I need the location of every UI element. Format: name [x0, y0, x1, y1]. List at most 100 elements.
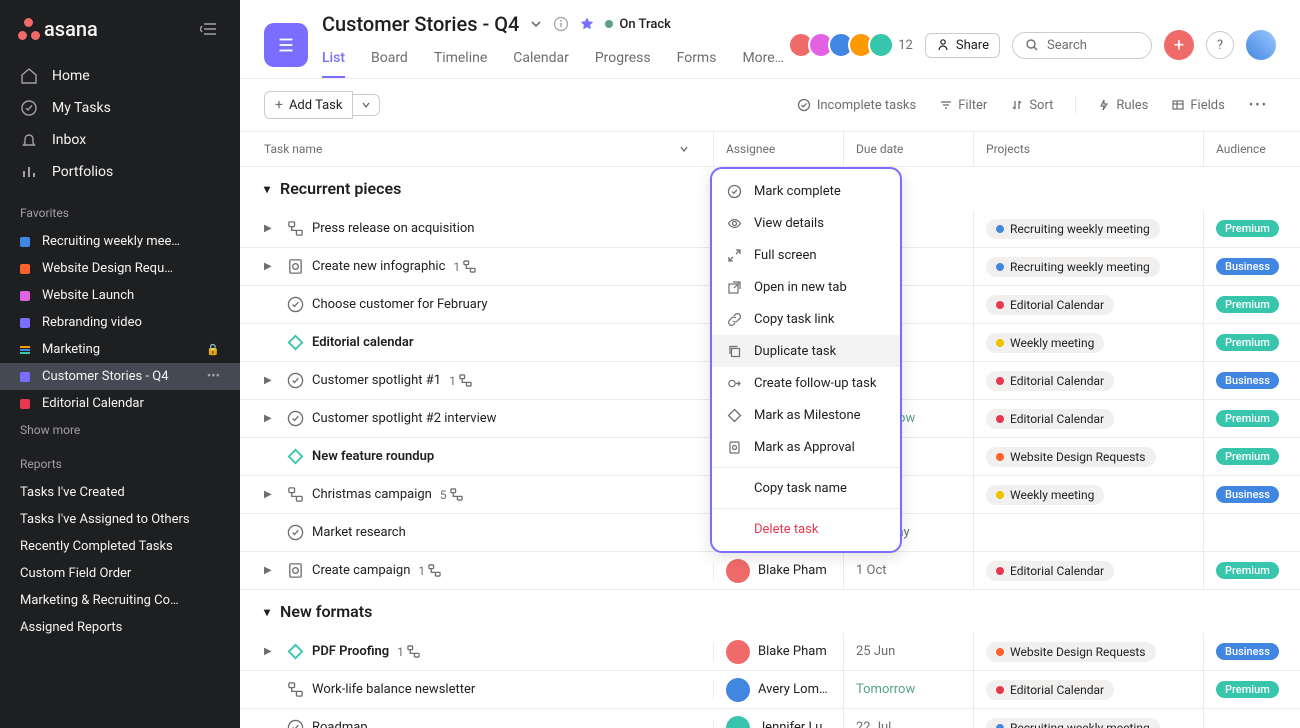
- projects-cell[interactable]: Weekly meeting: [974, 476, 1204, 513]
- favorite-item[interactable]: Customer Stories - Q4•••: [0, 363, 240, 390]
- audience-cell[interactable]: Premium: [1204, 552, 1300, 589]
- more-actions-button[interactable]: •••: [1241, 98, 1276, 113]
- report-item[interactable]: Tasks I've Created: [0, 479, 240, 506]
- project-chip[interactable]: Website Design Requests: [986, 447, 1156, 467]
- due-cell[interactable]: 1 Oct: [844, 552, 974, 589]
- audience-cell[interactable]: Premium: [1204, 400, 1300, 437]
- task-row[interactable]: ▶PDF Proofing1 Blake Pham25 JunWebsite D…: [240, 633, 1300, 671]
- audience-cell[interactable]: Business: [1204, 633, 1300, 670]
- audience-cell[interactable]: [1204, 709, 1300, 728]
- project-chip[interactable]: Weekly meeting: [986, 485, 1104, 505]
- assignee-cell[interactable]: Jennifer Lu: [714, 709, 844, 728]
- section-row[interactable]: ▾New formats: [240, 590, 1300, 633]
- expand-caret-icon[interactable]: ▶: [264, 646, 278, 657]
- star-icon[interactable]: [579, 16, 595, 32]
- assignee-cell[interactable]: Avery Lomax: [714, 671, 844, 708]
- tab-board[interactable]: Board: [371, 40, 408, 78]
- menu-mark-as-milestone[interactable]: Mark as Milestone: [712, 399, 900, 431]
- task-row[interactable]: ▶Work-life balance newsletterAvery Lomax…: [240, 671, 1300, 709]
- project-chip[interactable]: Weekly meeting: [986, 333, 1104, 353]
- tab-list[interactable]: List: [322, 40, 345, 78]
- project-chip[interactable]: Editorial Calendar: [986, 680, 1114, 700]
- menu-full-screen[interactable]: Full screen: [712, 239, 900, 271]
- project-chip[interactable]: Recruiting weekly meeting: [986, 219, 1160, 239]
- tab-progress[interactable]: Progress: [595, 40, 651, 78]
- expand-caret-icon[interactable]: ▶: [264, 565, 278, 576]
- nav-my-tasks[interactable]: My Tasks: [0, 92, 240, 124]
- menu-view-details[interactable]: View details: [712, 207, 900, 239]
- show-more-favorites[interactable]: Show more: [0, 417, 240, 443]
- audience-cell[interactable]: Premium: [1204, 438, 1300, 475]
- project-chip[interactable]: Editorial Calendar: [986, 561, 1114, 581]
- fields-button[interactable]: Fields: [1164, 98, 1232, 113]
- menu-mark-as-approval[interactable]: Mark as Approval: [712, 431, 900, 463]
- favorite-item[interactable]: Rebranding video: [0, 309, 240, 336]
- nav-portfolios[interactable]: Portfolios: [0, 156, 240, 188]
- tab-more[interactable]: More…: [742, 40, 784, 78]
- projects-cell[interactable]: Editorial Calendar: [974, 362, 1204, 399]
- share-button[interactable]: Share: [925, 33, 1000, 58]
- audience-cell[interactable]: Premium: [1204, 286, 1300, 323]
- due-cell[interactable]: 22 Jul: [844, 709, 974, 728]
- logo[interactable]: asana: [18, 17, 98, 41]
- col-task-sort-icon[interactable]: [679, 144, 689, 154]
- audience-cell[interactable]: Business: [1204, 362, 1300, 399]
- tab-calendar[interactable]: Calendar: [513, 40, 569, 78]
- menu-open-in-new-tab[interactable]: Open in new tab: [712, 271, 900, 303]
- projects-cell[interactable]: Editorial Calendar: [974, 400, 1204, 437]
- search-input[interactable]: Search: [1012, 32, 1152, 59]
- menu-delete-task[interactable]: Delete task: [712, 513, 900, 545]
- favorite-item[interactable]: Marketing🔒: [0, 336, 240, 363]
- info-icon[interactable]: [553, 16, 569, 32]
- audience-cell[interactable]: Business: [1204, 476, 1300, 513]
- expand-caret-icon[interactable]: ▶: [264, 489, 278, 500]
- member-avatars[interactable]: 12: [794, 32, 913, 58]
- incomplete-filter[interactable]: Incomplete tasks: [789, 98, 924, 113]
- menu-mark-complete[interactable]: Mark complete: [712, 175, 900, 207]
- audience-cell[interactable]: Premium: [1204, 324, 1300, 361]
- audience-cell[interactable]: [1204, 514, 1300, 551]
- menu-create-follow-up-task[interactable]: Create follow-up task: [712, 367, 900, 399]
- project-chip[interactable]: Editorial Calendar: [986, 409, 1114, 429]
- sort-button[interactable]: Sort: [1003, 98, 1061, 113]
- expand-caret-icon[interactable]: ▶: [264, 375, 278, 386]
- rules-button[interactable]: Rules: [1090, 98, 1156, 113]
- projects-cell[interactable]: Recruiting weekly meeting: [974, 210, 1204, 247]
- report-item[interactable]: Assigned Reports: [0, 614, 240, 641]
- task-row[interactable]: ▶RoadmapJennifer Lu22 JulRecruiting week…: [240, 709, 1300, 728]
- menu-copy-task-link[interactable]: Copy task link: [712, 303, 900, 335]
- audience-cell[interactable]: Premium: [1204, 210, 1300, 247]
- due-cell[interactable]: Tomorrow: [844, 671, 974, 708]
- projects-cell[interactable]: Website Design Requests: [974, 438, 1204, 475]
- assignee-cell[interactable]: Blake Pham: [714, 552, 844, 589]
- projects-cell[interactable]: Recruiting weekly meeting: [974, 709, 1204, 728]
- expand-caret-icon[interactable]: ▶: [264, 413, 278, 424]
- project-chip[interactable]: Recruiting weekly meeting: [986, 718, 1160, 728]
- audience-cell[interactable]: Premium: [1204, 671, 1300, 708]
- favorite-item[interactable]: Editorial Calendar: [0, 390, 240, 417]
- projects-cell[interactable]: Weekly meeting: [974, 324, 1204, 361]
- projects-cell[interactable]: Website Design Requests: [974, 633, 1204, 670]
- projects-cell[interactable]: Editorial Calendar: [974, 552, 1204, 589]
- audience-cell[interactable]: Business: [1204, 248, 1300, 285]
- report-item[interactable]: Recently Completed Tasks: [0, 533, 240, 560]
- menu-duplicate-task[interactable]: Duplicate task: [712, 335, 900, 367]
- title-dropdown-icon[interactable]: [529, 17, 543, 31]
- projects-cell[interactable]: [974, 514, 1204, 551]
- expand-caret-icon[interactable]: ▶: [264, 261, 278, 272]
- project-chip[interactable]: Editorial Calendar: [986, 371, 1114, 391]
- menu-copy-task-name[interactable]: Copy task name: [712, 472, 900, 504]
- project-chip[interactable]: Website Design Requests: [986, 642, 1156, 662]
- favorite-item[interactable]: Website Design Requ…: [0, 255, 240, 282]
- add-task-button[interactable]: + Add Task: [264, 91, 353, 119]
- assignee-cell[interactable]: Blake Pham: [714, 633, 844, 670]
- project-chip[interactable]: Recruiting weekly meeting: [986, 257, 1160, 277]
- projects-cell[interactable]: Recruiting weekly meeting: [974, 248, 1204, 285]
- status[interactable]: On Track: [605, 17, 671, 32]
- favorite-item[interactable]: Recruiting weekly mee…: [0, 228, 240, 255]
- help-button[interactable]: ?: [1206, 31, 1234, 59]
- add-task-dropdown[interactable]: [353, 94, 380, 116]
- report-item[interactable]: Tasks I've Assigned to Others: [0, 506, 240, 533]
- nav-home[interactable]: Home: [0, 60, 240, 92]
- due-cell[interactable]: 25 Jun: [844, 633, 974, 670]
